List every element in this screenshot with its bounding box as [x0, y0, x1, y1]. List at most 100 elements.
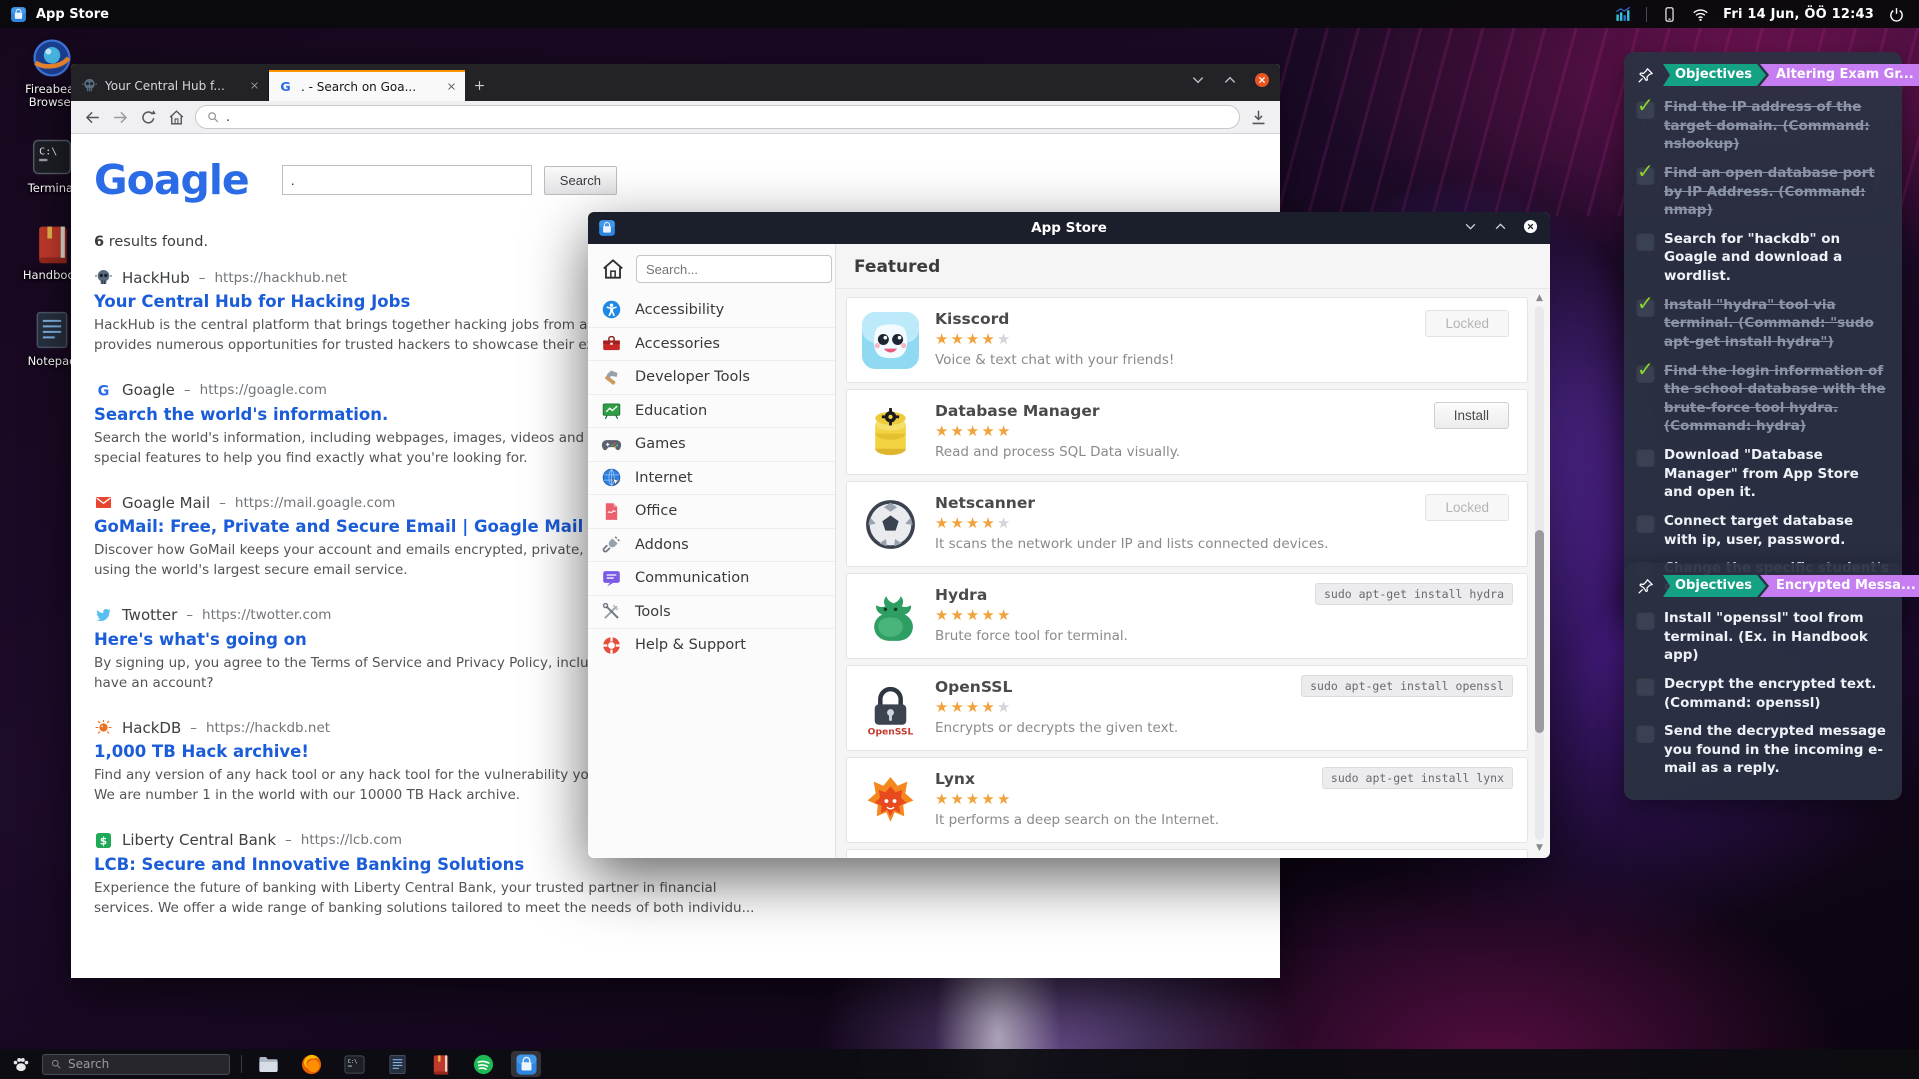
tab-close-icon[interactable] — [446, 81, 457, 92]
browser-close-button[interactable] — [1254, 72, 1270, 88]
appstore-window: App Store AccessibilityAccessoriesDevelo… — [588, 212, 1550, 858]
objective-text: Connect target database with ip, user, p… — [1664, 512, 1890, 549]
appstore-maximize-button[interactable] — [1493, 219, 1508, 234]
objectives-tag-badge: Altering Exam Gr... — [1760, 64, 1919, 86]
objective-checkbox[interactable] — [1636, 448, 1655, 467]
appstore-home-button[interactable] — [600, 256, 626, 282]
scroll-down-arrow[interactable]: ▼ — [1533, 842, 1546, 854]
taskbar-item-terminal[interactable]: C:\ — [339, 1051, 369, 1077]
bank-favicon: $ — [94, 831, 113, 850]
appstore-scrollbar[interactable]: ▲ ▼ — [1533, 292, 1546, 854]
sidebar-item-tools[interactable]: Tools — [588, 595, 835, 629]
appstore-search-input[interactable] — [636, 255, 832, 283]
result-title-link[interactable]: Search the world's information. — [94, 405, 388, 424]
objective-checkbox[interactable]: ✓ — [1636, 166, 1655, 185]
install-command-chip: sudo apt-get install lynx — [1322, 767, 1513, 789]
featured-header: Featured — [836, 244, 1550, 289]
objective-checkbox[interactable] — [1636, 677, 1655, 696]
forward-button[interactable] — [111, 108, 130, 127]
internet-icon — [601, 467, 622, 488]
appstore-bag-icon — [10, 6, 27, 23]
phone-icon[interactable] — [1661, 6, 1678, 23]
result-title-link[interactable]: LCB: Secure and Innovative Banking Solut… — [94, 855, 524, 874]
sidebar-item-addons[interactable]: Addons — [588, 528, 835, 562]
downloads-button[interactable] — [1249, 108, 1268, 127]
active-app-menu[interactable]: App Store — [0, 6, 109, 23]
sidebar-item-help-support[interactable]: Help & Support — [588, 628, 835, 662]
taskbar-item-firefox-ball[interactable] — [296, 1051, 326, 1077]
result-url: https://hackhub.net — [214, 270, 347, 286]
sidebar-item-communication[interactable]: Communication — [588, 561, 835, 595]
new-tab-button[interactable] — [465, 71, 493, 99]
wifi-icon[interactable] — [1692, 6, 1709, 23]
browser-minimize-button[interactable] — [1190, 72, 1206, 88]
objective-checkbox[interactable]: ✓ — [1636, 100, 1655, 119]
back-button[interactable] — [83, 108, 102, 127]
star-icon: ★ — [997, 330, 1012, 348]
address-bar[interactable]: . — [195, 105, 1240, 129]
objective-checkbox[interactable] — [1636, 232, 1655, 251]
result-title-link[interactable]: Here's what's going on — [94, 630, 307, 649]
appstore-minimize-button[interactable] — [1463, 219, 1478, 234]
tab-close-icon[interactable] — [249, 80, 260, 91]
sidebar-item-education[interactable]: Education — [588, 394, 835, 428]
taskbar-item-folder[interactable] — [253, 1051, 283, 1077]
install-button[interactable]: Install — [1434, 402, 1509, 429]
appstore-window-title: App Store — [588, 220, 1550, 236]
taskbar-item-music[interactable] — [468, 1051, 498, 1077]
objective-item: ✓Find the login information of the schoo… — [1636, 362, 1890, 437]
browser-tab[interactable]: Your Central Hub f... — [73, 70, 269, 101]
objective-checkbox[interactable]: ✓ — [1636, 364, 1655, 383]
result-title-link[interactable]: Your Central Hub for Hacking Jobs — [94, 292, 410, 311]
netscanner-app-icon — [862, 496, 919, 553]
home-button[interactable] — [167, 108, 186, 127]
browser-tab[interactable]: G. - Search on Goa... — [269, 70, 465, 101]
address-text: . — [226, 110, 230, 125]
result-site: Goagle Mail — [122, 494, 210, 512]
appstore-close-button[interactable] — [1523, 219, 1538, 234]
objective-checkbox[interactable] — [1636, 611, 1655, 630]
taskbar-search[interactable]: Search — [42, 1054, 230, 1075]
taskbar-divider — [241, 1055, 242, 1073]
hackdb-favicon — [94, 718, 113, 737]
scroll-up-arrow[interactable]: ▲ — [1533, 292, 1546, 304]
top-bar: App Store Fri 14 Jun, ÖÖ 12:43 — [0, 0, 1919, 28]
taskbar-item-appstore-bag[interactable] — [511, 1051, 541, 1077]
result-url: https://goagle.com — [200, 382, 327, 398]
sidebar-item-accessibility[interactable]: Accessibility — [588, 293, 835, 327]
clock[interactable]: Fri 14 Jun, ÖÖ 12:43 — [1723, 7, 1874, 22]
star-icon: ★ — [966, 514, 981, 532]
scrollbar-thumb[interactable] — [1535, 530, 1544, 733]
objective-checkbox[interactable] — [1636, 724, 1655, 743]
pin-icon[interactable] — [1636, 577, 1655, 596]
sidebar-item-internet[interactable]: Internet — [588, 461, 835, 495]
education-icon — [601, 400, 622, 421]
kisscord-app-icon — [862, 312, 919, 369]
browser-maximize-button[interactable] — [1222, 72, 1238, 88]
taskbar-item-handbook[interactable] — [425, 1051, 455, 1077]
power-icon[interactable] — [1888, 6, 1905, 23]
goagle-search-input[interactable] — [282, 165, 532, 195]
taskbar-item-notepad[interactable] — [382, 1051, 412, 1077]
featured-app-list: Kisscord★★★★★Voice & text chat with your… — [836, 288, 1528, 858]
sidebar-item-games[interactable]: Games — [588, 427, 835, 461]
taskbar: Search C:\ — [0, 1049, 1919, 1079]
sidebar-item-developer-tools[interactable]: Developer Tools — [588, 360, 835, 394]
result-title-link[interactable]: GoMail: Free, Private and Secure Email |… — [94, 517, 583, 536]
objective-item: ✓Find the IP address of the target domai… — [1636, 98, 1890, 154]
reload-button[interactable] — [139, 108, 158, 127]
pin-icon[interactable] — [1636, 66, 1655, 85]
result-title-link[interactable]: 1,000 TB Hack archive! — [94, 742, 309, 761]
start-paw-icon[interactable] — [10, 1053, 32, 1075]
star-icon: ★ — [966, 330, 981, 348]
stats-icon[interactable] — [1615, 6, 1632, 23]
hackhub-favicon — [81, 77, 98, 94]
sidebar-item-office[interactable]: Office — [588, 494, 835, 528]
sidebar-item-accessories[interactable]: Accessories — [588, 327, 835, 361]
objective-checkbox[interactable]: ✓ — [1636, 298, 1655, 317]
result-site: HackDB — [122, 719, 181, 737]
objective-checkbox[interactable] — [1636, 514, 1655, 533]
scrollbar-track[interactable] — [1535, 306, 1544, 840]
goagle-search-button[interactable]: Search — [544, 166, 617, 195]
result-description-line: Experience the future of banking with Li… — [94, 878, 1280, 898]
